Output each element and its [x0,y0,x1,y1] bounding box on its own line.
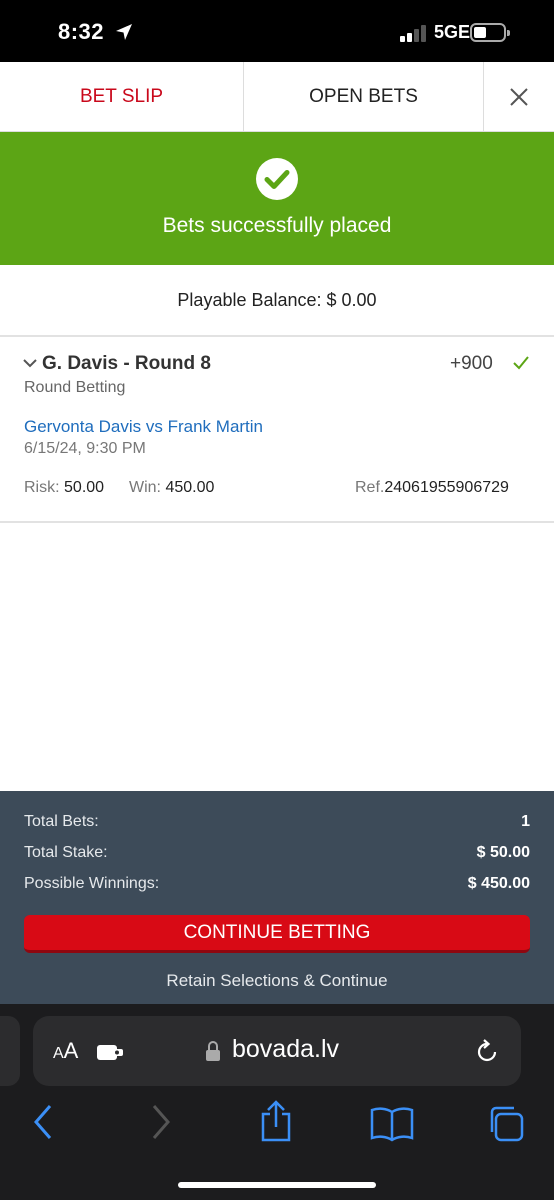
success-message: Bets successfully placed [162,214,392,237]
address-bar[interactable]: AA bovada.lv [33,1016,521,1086]
bet-risk: Risk: 50.00 [24,479,104,497]
browser-toolbar: AA bovada.lv [0,1004,554,1200]
bet-card: G. Davis - Round 8 +900 Round Betting Ge… [0,339,554,523]
success-banner: Bets successfully placed [0,132,554,265]
signal-icon [400,24,428,42]
status-time: 8:32 [58,19,105,44]
bookmarks-icon[interactable] [370,1106,414,1142]
bet-selection-title: G. Davis - Round 8 [42,353,211,374]
bet-event-link[interactable]: Gervonta Davis vs Frank Martin [24,417,263,437]
share-icon[interactable] [258,1100,294,1142]
bet-event-date: 6/15/24, 9:30 PM [24,440,146,457]
close-button[interactable] [484,62,554,131]
close-icon [510,87,528,106]
bet-ref: Ref.24061955906729 [355,479,509,497]
risk-label: Risk: [24,479,60,496]
tabs-icon[interactable] [486,1104,526,1144]
possible-winnings-label: Possible Winnings: [24,875,160,892]
total-stake-label: Total Stake: [24,844,108,861]
reader-settings-button[interactable]: AA [53,1038,78,1064]
url-text: bovada.lv [232,1035,340,1063]
aa-small: A [53,1045,64,1062]
aa-large: A [63,1038,79,1063]
checkmark-circle-icon [256,158,298,200]
lock-icon [206,1041,220,1061]
total-stake-value: $ 50.00 [476,844,530,861]
bet-odds: +900 [450,353,493,374]
total-bets-value: 1 [521,813,530,830]
retain-selections-link[interactable]: Retain Selections & Continue [0,971,554,991]
continue-betting-button[interactable]: CONTINUE BETTING [24,915,530,953]
risk-value: 50.00 [64,479,105,496]
bet-market: Round Betting [24,379,126,396]
possible-winnings-value: $ 450.00 [467,875,530,892]
playable-balance: Playable Balance: $ 0.00 [0,265,554,337]
battery-icon [470,23,510,42]
back-icon[interactable] [30,1102,54,1142]
win-label: Win: [129,479,161,496]
status-bar: 8:32 5GE [0,0,554,62]
tab-bet-slip[interactable]: BET SLIP [0,62,243,131]
tab-open-bets[interactable]: OPEN BETS [243,62,484,131]
ref-label: Ref. [355,479,385,496]
bet-summary: Total Bets: 1 Total Stake: $ 50.00 Possi… [0,791,554,1004]
location-arrow-icon [116,24,132,40]
win-value: 450.00 [165,479,215,496]
chevron-down-icon[interactable] [23,358,37,368]
checkmark-icon [513,356,529,370]
total-bets-label: Total Bets: [24,813,99,830]
network-type: 5GE [434,22,471,42]
ref-value: 24061955906729 [384,479,509,496]
reload-icon[interactable] [473,1038,501,1066]
extension-icon[interactable] [96,1041,126,1063]
bet-tabs: BET SLIP OPEN BETS [0,62,554,132]
home-indicator [178,1182,376,1188]
forward-icon[interactable] [150,1102,174,1142]
previous-tab-preview[interactable] [0,1016,20,1086]
bet-win: Win: 450.00 [129,479,214,497]
